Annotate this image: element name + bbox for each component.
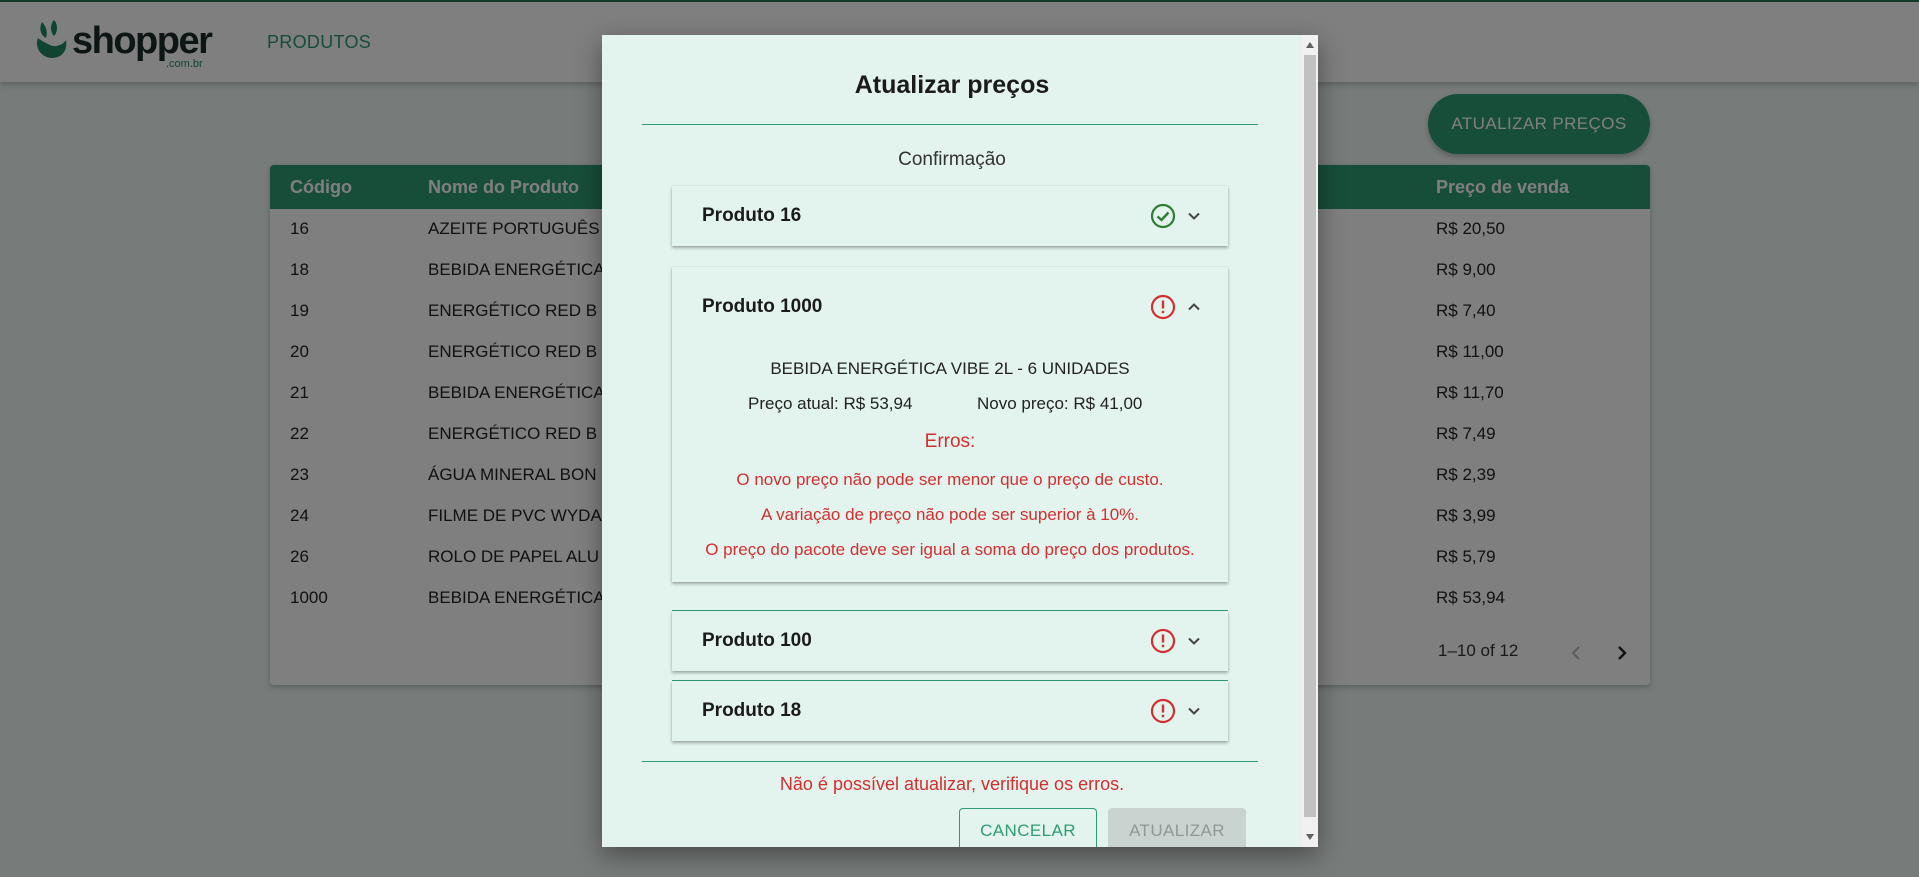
- error-circle-icon: [1150, 294, 1176, 320]
- validation-message: Não é possível atualizar, verifique os e…: [779, 774, 1125, 794]
- divider: [642, 761, 1258, 762]
- cancel-button[interactable]: CANCELAR: [959, 808, 1097, 847]
- check-circle-icon: [1150, 203, 1176, 229]
- accordion-item-produto-1000[interactable]: Produto 1000 BEBIDA ENERGÉTICA VIBE 2L -…: [672, 267, 1228, 582]
- dialog-subtitle: Confirmação: [898, 149, 1006, 170]
- error-message: A variação de preço não pode ser superio…: [760, 505, 1140, 524]
- error-circle-icon: [1150, 698, 1176, 724]
- errors-title: Erros:: [924, 431, 976, 452]
- error-circle-icon: [1150, 628, 1176, 654]
- accordion-item-produto-100[interactable]: Produto 100: [672, 611, 1228, 671]
- chevron-down-icon[interactable]: [1186, 633, 1202, 649]
- accordion-title: Produto 18: [702, 700, 802, 721]
- product-full-name: BEBIDA ENERGÉTICA VIBE 2L - 6 UNIDADES: [770, 359, 1130, 378]
- accordion-item-produto-18[interactable]: Produto 18: [672, 681, 1228, 741]
- accordion-title: Produto 16: [702, 205, 802, 226]
- current-price: Preço atual: R$ 53,94: [748, 394, 913, 413]
- error-message: O novo preço não pode ser menor que o pr…: [736, 470, 1164, 489]
- new-price: Novo preço: R$ 41,00: [977, 394, 1143, 413]
- update-prices-dialog: Atualizar preços Confirmação Produto 16 …: [602, 35, 1318, 847]
- dialog-title: Atualizar preços: [854, 71, 1050, 99]
- confirm-update-button[interactable]: ATUALIZAR: [1108, 808, 1246, 847]
- scroll-down-arrow-icon[interactable]: [1302, 829, 1318, 845]
- accordion-title: Produto 1000: [702, 296, 823, 317]
- scroll-up-arrow-icon[interactable]: [1302, 37, 1318, 53]
- scrollbar-thumb[interactable]: [1304, 55, 1316, 817]
- dialog-scrollbar[interactable]: [1302, 35, 1318, 847]
- chevron-up-icon[interactable]: [1186, 299, 1202, 315]
- error-message: O preço do pacote deve ser igual a soma …: [705, 540, 1195, 559]
- divider: [642, 124, 1258, 125]
- chevron-down-icon[interactable]: [1186, 208, 1202, 224]
- accordion-item-produto-16[interactable]: Produto 16: [672, 186, 1228, 246]
- accordion-title: Produto 100: [702, 630, 812, 651]
- chevron-down-icon[interactable]: [1186, 703, 1202, 719]
